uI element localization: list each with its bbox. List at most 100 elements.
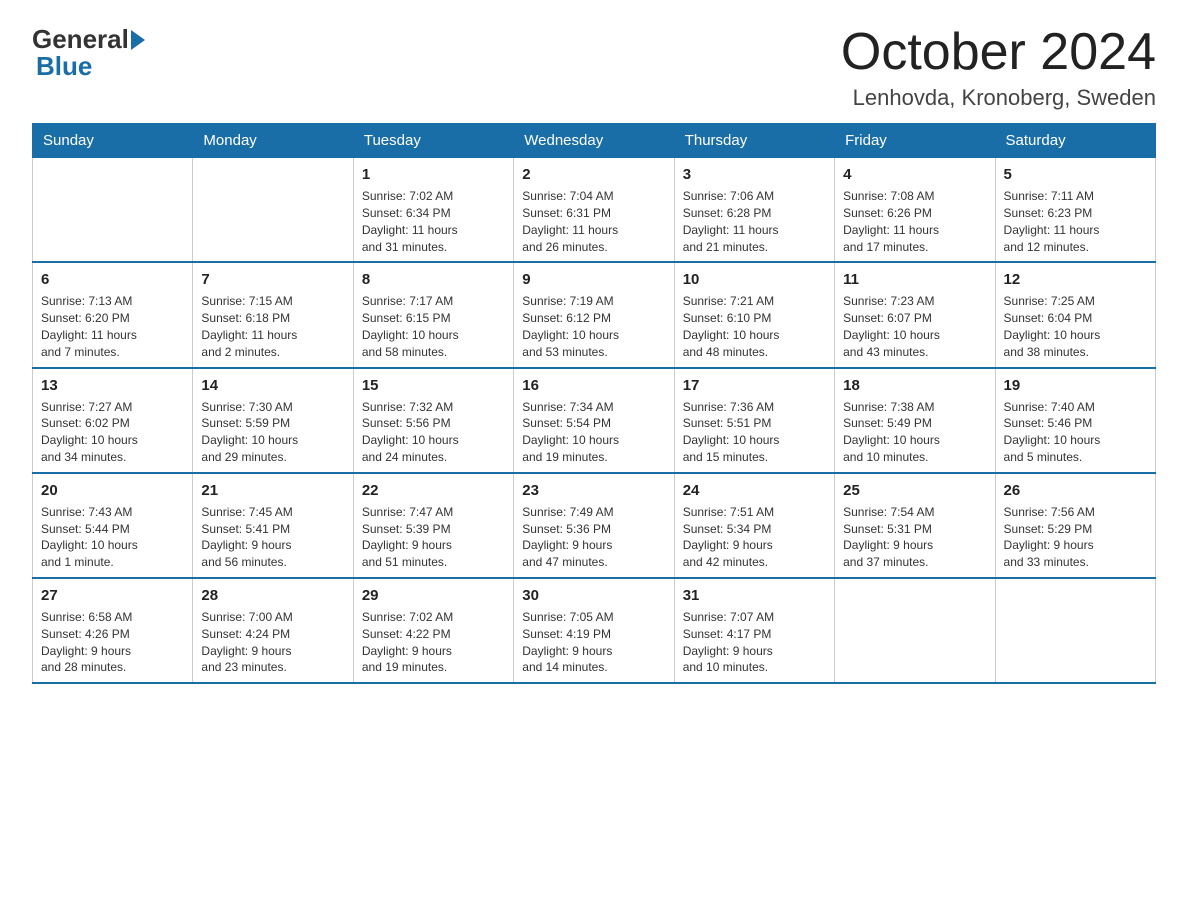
day-number: 21 <box>201 480 344 501</box>
calendar-cell: 21 Sunrise: 7:45 AM Sunset: 5:41 PM Dayli… <box>193 473 353 578</box>
day-info: Sunrise: 6:58 AM Sunset: 4:26 PM Dayligh… <box>41 609 184 676</box>
day-number: 14 <box>201 375 344 396</box>
calendar-cell: 15 Sunrise: 7:32 AM Sunset: 5:56 PM Dayli… <box>353 368 513 473</box>
day-info: Sunrise: 7:08 AM Sunset: 6:26 PM Dayligh… <box>843 188 986 255</box>
week-row-2: 6 Sunrise: 7:13 AM Sunset: 6:20 PM Daylig… <box>33 262 1156 367</box>
calendar-cell <box>835 578 995 683</box>
calendar-cell: 9Sunrise: 7:19 AM Sunset: 6:12 PM Daylig… <box>514 262 674 367</box>
day-number: 24 <box>683 480 826 501</box>
calendar-cell: 8 Sunrise: 7:17 AM Sunset: 6:15 PM Daylig… <box>353 262 513 367</box>
week-row-4: 20Sunrise: 7:43 AM Sunset: 5:44 PM Dayli… <box>33 473 1156 578</box>
day-info: Sunrise: 7:21 AM Sunset: 6:10 PM Dayligh… <box>683 293 826 360</box>
day-info: Sunrise: 7:06 AM Sunset: 6:28 PM Dayligh… <box>683 188 826 255</box>
day-number: 19 <box>1004 375 1147 396</box>
day-number: 25 <box>843 480 986 501</box>
day-number: 6 <box>41 269 184 290</box>
calendar-cell <box>995 578 1155 683</box>
day-info: Sunrise: 7:34 AM Sunset: 5:54 PM Dayligh… <box>522 399 665 466</box>
weekday-header-friday: Friday <box>835 124 995 158</box>
day-number: 29 <box>362 585 505 606</box>
calendar-cell: 7 Sunrise: 7:15 AM Sunset: 6:18 PM Daylig… <box>193 262 353 367</box>
day-number: 1 <box>362 164 505 185</box>
day-number: 4 <box>843 164 986 185</box>
weekday-header-row: SundayMondayTuesdayWednesdayThursdayFrid… <box>33 124 1156 158</box>
day-number: 13 <box>41 375 184 396</box>
day-info: Sunrise: 7:36 AM Sunset: 5:51 PM Dayligh… <box>683 399 826 466</box>
calendar-cell: 29 Sunrise: 7:02 AM Sunset: 4:22 PM Dayli… <box>353 578 513 683</box>
calendar-cell: 25 Sunrise: 7:54 AM Sunset: 5:31 PM Dayli… <box>835 473 995 578</box>
location-text: Lenhovda, Kronoberg, Sweden <box>841 85 1156 111</box>
weekday-header-saturday: Saturday <box>995 124 1155 158</box>
calendar-cell: 14 Sunrise: 7:30 AM Sunset: 5:59 PM Dayli… <box>193 368 353 473</box>
day-info: Sunrise: 7:30 AM Sunset: 5:59 PM Dayligh… <box>201 399 344 466</box>
day-info: Sunrise: 7:07 AM Sunset: 4:17 PM Dayligh… <box>683 609 826 676</box>
day-number: 12 <box>1004 269 1147 290</box>
day-info: Sunrise: 7:25 AM Sunset: 6:04 PM Dayligh… <box>1004 293 1147 360</box>
day-info: Sunrise: 7:27 AM Sunset: 6:02 PM Dayligh… <box>41 399 184 466</box>
day-number: 26 <box>1004 480 1147 501</box>
calendar-cell: 1 Sunrise: 7:02 AM Sunset: 6:34 PM Daylig… <box>353 158 513 263</box>
day-number: 2 <box>522 164 665 185</box>
day-info: Sunrise: 7:32 AM Sunset: 5:56 PM Dayligh… <box>362 399 505 466</box>
weekday-header-thursday: Thursday <box>674 124 834 158</box>
calendar-cell: 22Sunrise: 7:47 AM Sunset: 5:39 PM Dayli… <box>353 473 513 578</box>
day-info: Sunrise: 7:05 AM Sunset: 4:19 PM Dayligh… <box>522 609 665 676</box>
day-info: Sunrise: 7:00 AM Sunset: 4:24 PM Dayligh… <box>201 609 344 676</box>
calendar-cell: 31 Sunrise: 7:07 AM Sunset: 4:17 PM Dayli… <box>674 578 834 683</box>
weekday-header-monday: Monday <box>193 124 353 158</box>
day-number: 11 <box>843 269 986 290</box>
day-info: Sunrise: 7:19 AM Sunset: 6:12 PM Dayligh… <box>522 293 665 360</box>
day-number: 28 <box>201 585 344 606</box>
calendar-cell: 27 Sunrise: 6:58 AM Sunset: 4:26 PM Dayli… <box>33 578 193 683</box>
day-info: Sunrise: 7:47 AM Sunset: 5:39 PM Dayligh… <box>362 504 505 571</box>
page-header: General Blue October 2024 Lenhovda, Kron… <box>32 24 1156 111</box>
month-title: October 2024 <box>841 24 1156 81</box>
calendar-cell: 13 Sunrise: 7:27 AM Sunset: 6:02 PM Dayli… <box>33 368 193 473</box>
calendar-cell: 18Sunrise: 7:38 AM Sunset: 5:49 PM Dayli… <box>835 368 995 473</box>
day-info: Sunrise: 7:04 AM Sunset: 6:31 PM Dayligh… <box>522 188 665 255</box>
day-info: Sunrise: 7:11 AM Sunset: 6:23 PM Dayligh… <box>1004 188 1147 255</box>
week-row-5: 27 Sunrise: 6:58 AM Sunset: 4:26 PM Dayli… <box>33 578 1156 683</box>
day-number: 7 <box>201 269 344 290</box>
day-info: Sunrise: 7:38 AM Sunset: 5:49 PM Dayligh… <box>843 399 986 466</box>
calendar-cell: 3 Sunrise: 7:06 AM Sunset: 6:28 PM Daylig… <box>674 158 834 263</box>
day-number: 23 <box>522 480 665 501</box>
day-info: Sunrise: 7:49 AM Sunset: 5:36 PM Dayligh… <box>522 504 665 571</box>
day-info: Sunrise: 7:02 AM Sunset: 6:34 PM Dayligh… <box>362 188 505 255</box>
day-info: Sunrise: 7:15 AM Sunset: 6:18 PM Dayligh… <box>201 293 344 360</box>
day-number: 27 <box>41 585 184 606</box>
day-number: 31 <box>683 585 826 606</box>
calendar-cell: 28 Sunrise: 7:00 AM Sunset: 4:24 PM Dayli… <box>193 578 353 683</box>
week-row-1: 1 Sunrise: 7:02 AM Sunset: 6:34 PM Daylig… <box>33 158 1156 263</box>
weekday-header-wednesday: Wednesday <box>514 124 674 158</box>
calendar-cell: 19Sunrise: 7:40 AM Sunset: 5:46 PM Dayli… <box>995 368 1155 473</box>
day-number: 5 <box>1004 164 1147 185</box>
day-number: 8 <box>362 269 505 290</box>
logo: General Blue <box>32 24 145 82</box>
day-number: 17 <box>683 375 826 396</box>
calendar-cell: 24 Sunrise: 7:51 AM Sunset: 5:34 PM Dayli… <box>674 473 834 578</box>
calendar-cell: 23 Sunrise: 7:49 AM Sunset: 5:36 PM Dayli… <box>514 473 674 578</box>
calendar-cell: 12 Sunrise: 7:25 AM Sunset: 6:04 PM Dayli… <box>995 262 1155 367</box>
calendar-cell <box>33 158 193 263</box>
day-number: 10 <box>683 269 826 290</box>
day-info: Sunrise: 7:13 AM Sunset: 6:20 PM Dayligh… <box>41 293 184 360</box>
day-number: 15 <box>362 375 505 396</box>
day-info: Sunrise: 7:56 AM Sunset: 5:29 PM Dayligh… <box>1004 504 1147 571</box>
day-info: Sunrise: 7:54 AM Sunset: 5:31 PM Dayligh… <box>843 504 986 571</box>
calendar-cell: 4 Sunrise: 7:08 AM Sunset: 6:26 PM Daylig… <box>835 158 995 263</box>
calendar-cell: 10 Sunrise: 7:21 AM Sunset: 6:10 PM Dayli… <box>674 262 834 367</box>
day-info: Sunrise: 7:17 AM Sunset: 6:15 PM Dayligh… <box>362 293 505 360</box>
weekday-header-sunday: Sunday <box>33 124 193 158</box>
day-info: Sunrise: 7:51 AM Sunset: 5:34 PM Dayligh… <box>683 504 826 571</box>
day-number: 3 <box>683 164 826 185</box>
title-block: October 2024 Lenhovda, Kronoberg, Sweden <box>841 24 1156 111</box>
calendar-cell: 11Sunrise: 7:23 AM Sunset: 6:07 PM Dayli… <box>835 262 995 367</box>
calendar-table: SundayMondayTuesdayWednesdayThursdayFrid… <box>32 123 1156 684</box>
day-info: Sunrise: 7:45 AM Sunset: 5:41 PM Dayligh… <box>201 504 344 571</box>
calendar-cell: 5 Sunrise: 7:11 AM Sunset: 6:23 PM Daylig… <box>995 158 1155 263</box>
day-info: Sunrise: 7:02 AM Sunset: 4:22 PM Dayligh… <box>362 609 505 676</box>
logo-blue-text: Blue <box>36 51 92 82</box>
week-row-3: 13 Sunrise: 7:27 AM Sunset: 6:02 PM Dayli… <box>33 368 1156 473</box>
day-number: 20 <box>41 480 184 501</box>
